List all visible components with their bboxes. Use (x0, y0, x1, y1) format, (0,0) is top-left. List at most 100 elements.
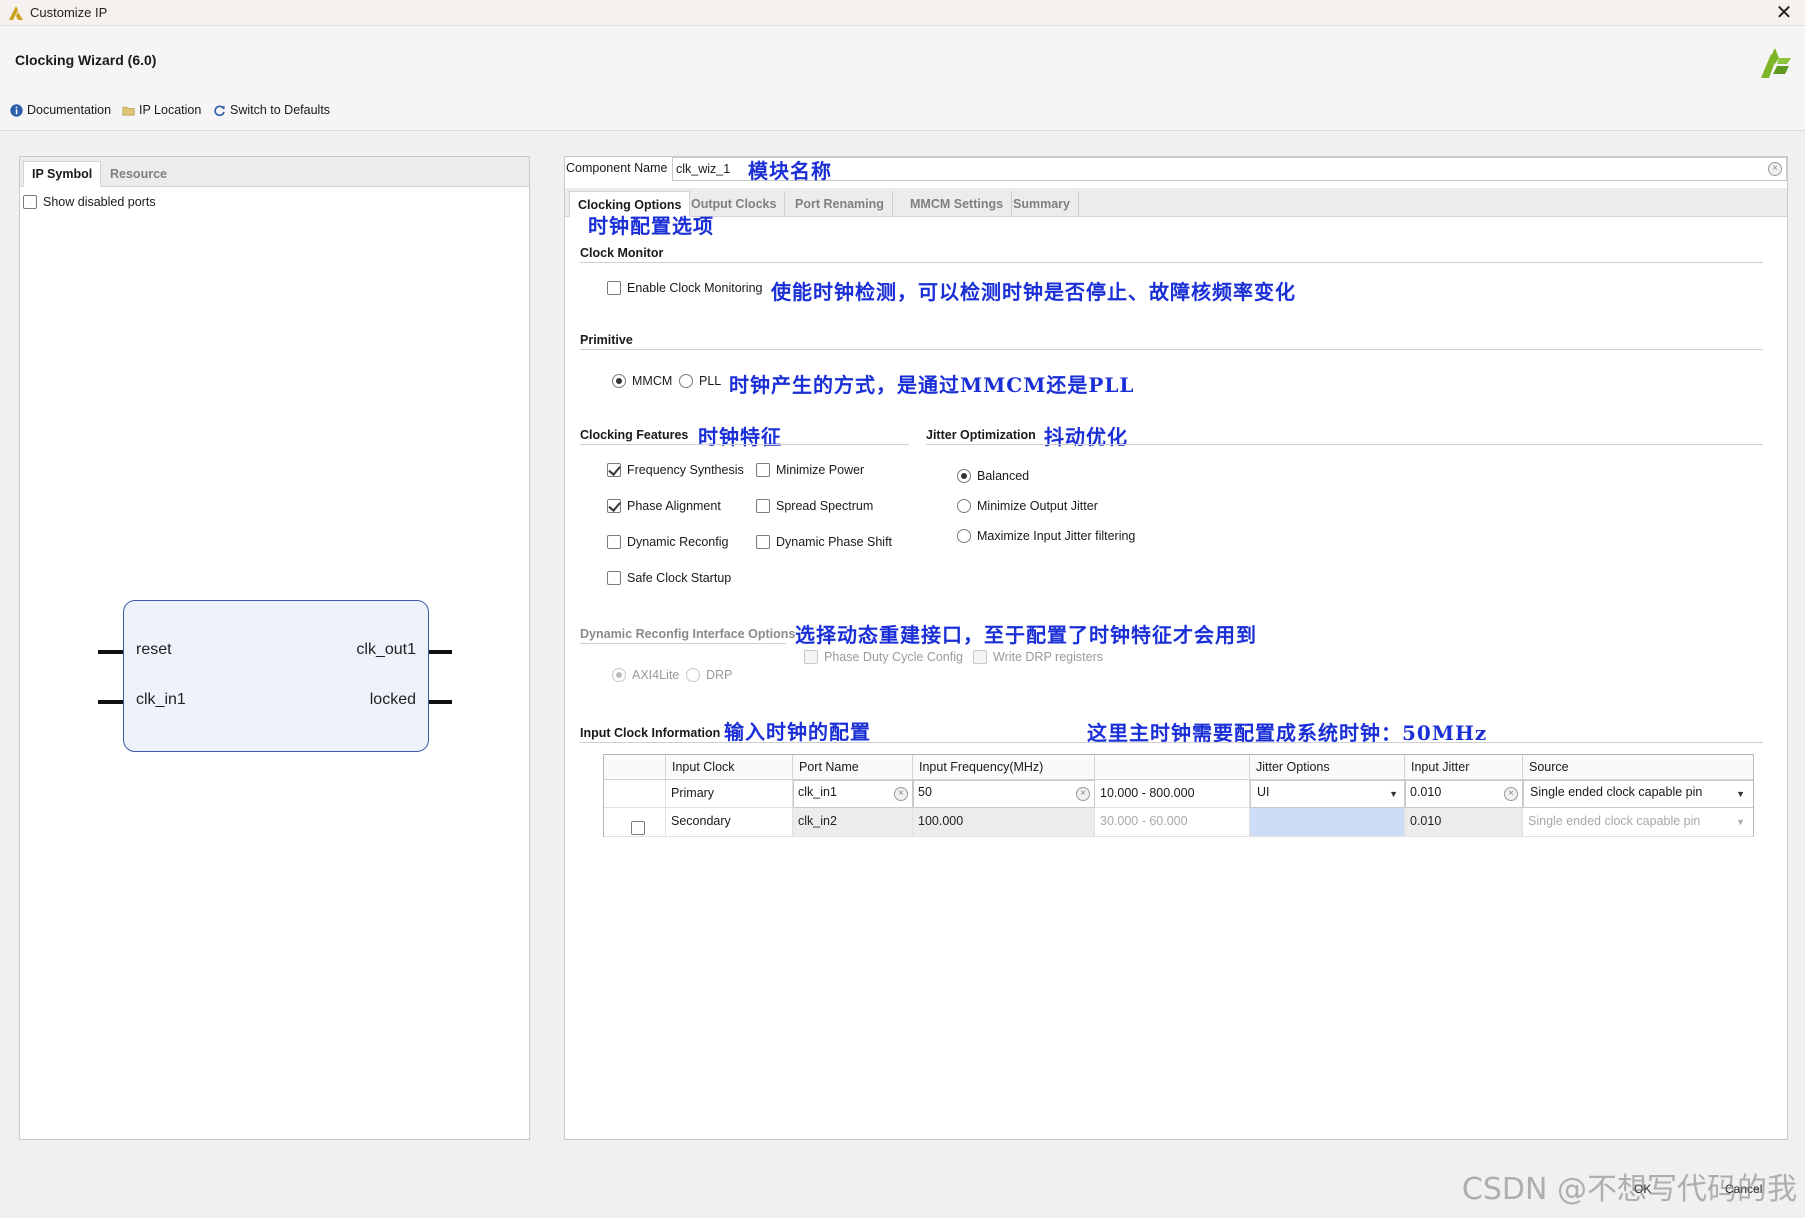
clocking-features-title: Clocking Features (580, 428, 689, 442)
minimize-power-label: Minimize Power (776, 463, 865, 477)
axi4lite-option[interactable]: AXI4Lite (612, 668, 679, 682)
divider (580, 444, 909, 445)
phase-duty-cycle-option[interactable]: Phase Duty Cycle Config (804, 650, 963, 664)
primary-jitter-options-select[interactable]: UI ▼ (1250, 780, 1405, 808)
dynamic-reconfig-checkbox[interactable] (607, 535, 621, 549)
pin-reset-line (98, 650, 123, 654)
secondary-source-select[interactable]: Single ended clock capable pin ▼ (1523, 808, 1753, 837)
table-header-input-jitter: Input Jitter (1405, 755, 1523, 780)
pin-clk-in1-line (98, 700, 123, 704)
phase-alignment-checkbox[interactable] (607, 499, 621, 513)
safe-clock-startup-label: Safe Clock Startup (627, 571, 732, 585)
divider (580, 262, 1763, 263)
phase-alignment-option[interactable]: Phase Alignment (607, 499, 721, 513)
frequency-synthesis-checkbox[interactable] (607, 463, 621, 477)
frequency-synthesis-option[interactable]: Frequency Synthesis (607, 463, 744, 477)
documentation-link[interactable]: Documentation (10, 103, 111, 117)
primary-port-name-input[interactable]: clk_in1 × (793, 780, 913, 808)
spread-spectrum-checkbox[interactable] (756, 499, 770, 513)
close-icon[interactable]: ✕ (1773, 0, 1795, 25)
primary-port-name-value: clk_in1 (798, 785, 837, 799)
primary-frequency-value: 50 (918, 785, 932, 799)
primary-source-select[interactable]: Single ended clock capable pin ▼ (1523, 780, 1753, 808)
table-header-blank (604, 755, 666, 780)
jitter-balanced-label: Balanced (977, 469, 1030, 483)
jitter-balanced-option[interactable]: Balanced (957, 469, 1029, 483)
write-drp-registers-checkbox[interactable] (973, 650, 987, 664)
input-clock-table: Input Clock Port Name Input Frequency(MH… (603, 754, 1754, 837)
show-disabled-ports-option[interactable]: Show disabled ports (23, 195, 156, 209)
phase-duty-cycle-checkbox[interactable] (804, 650, 818, 664)
dynamic-phase-shift-label: Dynamic Phase Shift (776, 535, 893, 549)
tab-summary[interactable]: Summary (1005, 191, 1079, 217)
secondary-enable-checkbox[interactable] (631, 821, 645, 835)
component-name-input[interactable]: clk_wiz_1 × (672, 157, 1787, 181)
secondary-clock-label: Secondary (666, 808, 793, 837)
secondary-source-value: Single ended clock capable pin (1528, 814, 1701, 828)
enable-clock-monitoring-checkbox[interactable] (607, 281, 621, 295)
clear-icon[interactable]: × (894, 787, 908, 801)
table-header-input-frequency: Input Frequency(MHz) (913, 755, 1095, 780)
jitter-balanced-radio[interactable] (957, 469, 971, 483)
pin-label-clk-out1: clk_out1 (356, 641, 416, 658)
secondary-input-jitter-input[interactable]: 0.010 (1405, 808, 1523, 837)
jitter-maximize-input-option[interactable]: Maximize Input Jitter filtering (957, 529, 1135, 543)
dynamic-reconfig-label: Dynamic Reconfig (627, 535, 729, 549)
tab-resource[interactable]: Resource (101, 161, 176, 187)
enable-clock-monitoring-option[interactable]: Enable Clock Monitoring (607, 281, 763, 295)
spread-spectrum-option[interactable]: Spread Spectrum (756, 499, 873, 513)
write-drp-registers-option[interactable]: Write DRP registers (973, 650, 1103, 664)
drp-radio[interactable] (686, 668, 700, 682)
tab-port-renaming[interactable]: Port Renaming (787, 191, 893, 217)
switch-defaults-label: Switch to Defaults (230, 103, 331, 117)
pin-label-locked: locked (369, 691, 416, 708)
frequency-synthesis-label: Frequency Synthesis (627, 463, 744, 477)
annotation-primitive: 时钟产生的方式，是通过MMCM还是PLL (729, 373, 1135, 397)
primary-input-jitter-input[interactable]: 0.010 × (1405, 780, 1523, 808)
jitter-maximize-input-label: Maximize Input Jitter filtering (977, 529, 1136, 543)
primary-frequency-input[interactable]: 50 × (913, 780, 1095, 808)
jitter-maximize-input-radio[interactable] (957, 529, 971, 543)
dynamic-phase-shift-checkbox[interactable] (756, 535, 770, 549)
drp-option[interactable]: DRP (686, 668, 732, 682)
clear-icon[interactable]: × (1768, 162, 1782, 176)
primitive-mmcm-option[interactable]: MMCM (612, 374, 672, 388)
primitive-pll-option[interactable]: PLL (679, 374, 721, 388)
annotation-jitter: 抖动优化 (1044, 425, 1128, 449)
ip-location-link[interactable]: IP Location (122, 103, 201, 117)
app-logo-icon (9, 6, 23, 20)
primitive-mmcm-radio[interactable] (612, 374, 626, 388)
tab-ip-symbol[interactable]: IP Symbol (23, 161, 102, 187)
primary-clock-label: Primary (666, 780, 793, 808)
minimize-power-checkbox[interactable] (756, 463, 770, 477)
annotation-input-clock: 输入时钟的配置 (724, 720, 871, 744)
minimize-power-option[interactable]: Minimize Power (756, 463, 864, 477)
jitter-minimize-output-label: Minimize Output Jitter (977, 499, 1098, 513)
write-drp-registers-label: Write DRP registers (993, 650, 1103, 664)
show-disabled-ports-checkbox[interactable] (23, 195, 37, 209)
axi4lite-radio[interactable] (612, 668, 626, 682)
tab-mmcm-settings[interactable]: MMCM Settings (902, 191, 1013, 217)
clear-icon[interactable]: × (1504, 787, 1518, 801)
left-tabbar: IP Symbol Resource (20, 157, 529, 187)
dynamic-phase-shift-option[interactable]: Dynamic Phase Shift (756, 535, 892, 549)
primitive-title: Primitive (580, 333, 633, 347)
dynamic-reconfig-title: Dynamic Reconfig Interface Options (580, 627, 796, 641)
jitter-minimize-output-radio[interactable] (957, 499, 971, 513)
safe-clock-startup-option[interactable]: Safe Clock Startup (607, 571, 731, 585)
primitive-pll-radio[interactable] (679, 374, 693, 388)
secondary-jitter-options-select[interactable] (1250, 808, 1405, 837)
divider (580, 643, 786, 644)
clear-icon[interactable]: × (1076, 787, 1090, 801)
jitter-minimize-output-option[interactable]: Minimize Output Jitter (957, 499, 1098, 513)
wizard-header: Clocking Wizard (6.0) Documentation IP L… (0, 26, 1805, 131)
secondary-port-name-input[interactable]: clk_in2 (793, 808, 913, 837)
switch-defaults-link[interactable]: Switch to Defaults (213, 103, 330, 117)
divider (580, 742, 1763, 743)
wizard-title: Clocking Wizard (6.0) (15, 52, 157, 68)
safe-clock-startup-checkbox[interactable] (607, 571, 621, 585)
secondary-frequency-input[interactable]: 100.000 (913, 808, 1095, 837)
table-header-jitter-options: Jitter Options (1250, 755, 1405, 780)
pin-clk-out1-line (429, 650, 452, 654)
dynamic-reconfig-option[interactable]: Dynamic Reconfig (607, 535, 728, 549)
